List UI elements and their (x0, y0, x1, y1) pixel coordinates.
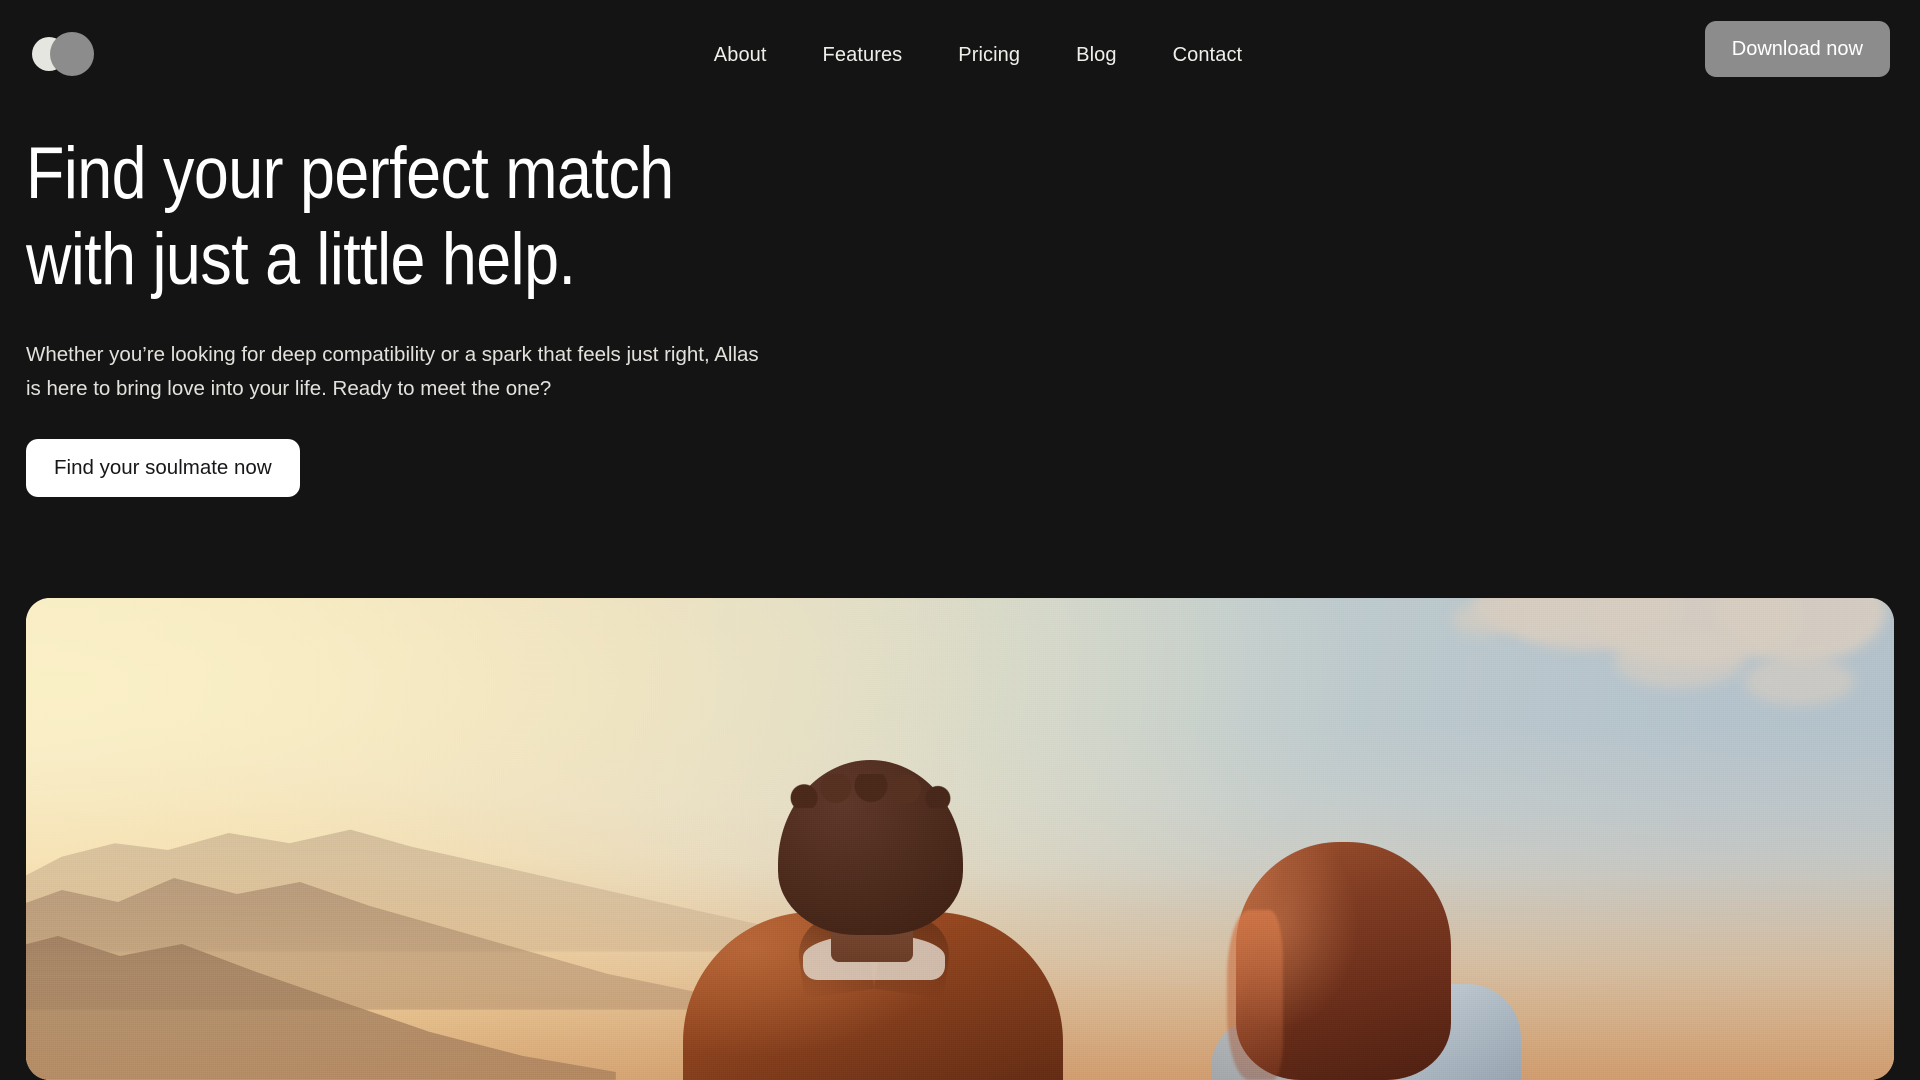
hero-image (26, 598, 1894, 1080)
image-grain-overlay (26, 598, 1894, 1080)
hero-subcopy: Whether you’re looking for deep compatib… (26, 343, 759, 400)
landing-page: About Features Pricing Blog Contact Down… (0, 0, 1920, 1080)
page-title: Find your perfect match with just a litt… (26, 133, 674, 300)
brand-logo[interactable] (30, 30, 98, 76)
nav-item-about[interactable]: About (714, 44, 767, 67)
nav-item-pricing[interactable]: Pricing (958, 44, 1020, 67)
primary-navigation: About Features Pricing Blog Contact (678, 0, 1242, 110)
hero-copy: Find your perfect match with just a litt… (26, 131, 886, 497)
site-header: About Features Pricing Blog Contact Down… (0, 0, 1920, 110)
find-your-soulmate-button[interactable]: Find your soulmate now (26, 439, 300, 497)
download-now-button[interactable]: Download now (1704, 21, 1890, 77)
logo-dark-circle-icon (50, 32, 94, 76)
nav-item-blog[interactable]: Blog (1076, 44, 1116, 67)
nav-item-features[interactable]: Features (823, 44, 903, 67)
nav-item-contact[interactable]: Contact (1173, 44, 1243, 67)
